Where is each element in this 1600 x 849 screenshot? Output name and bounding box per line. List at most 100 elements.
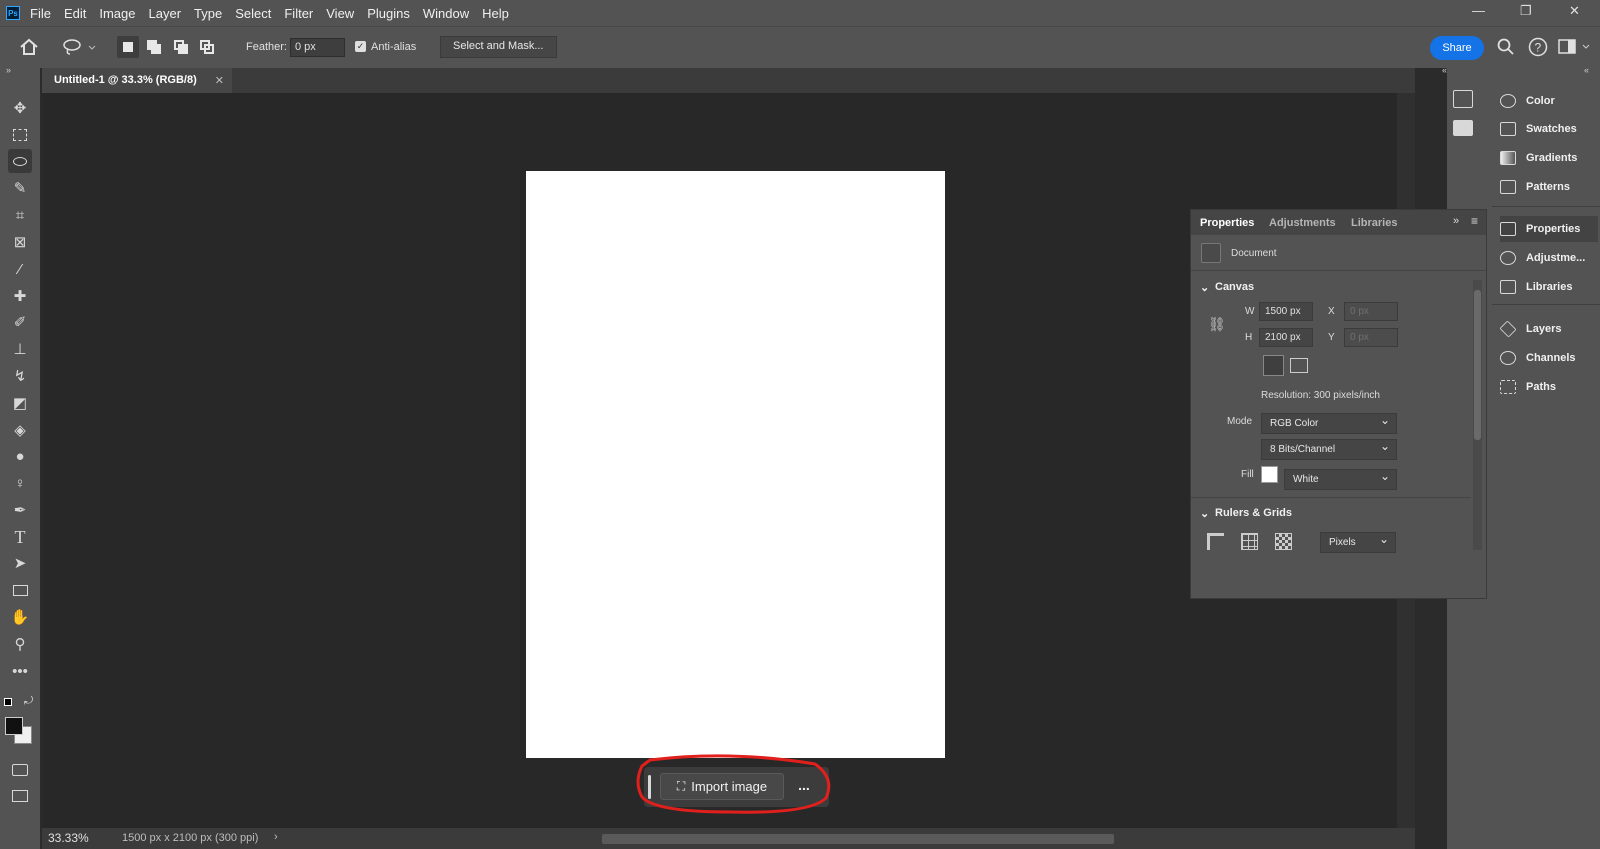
default-colors-icon[interactable] — [4, 698, 12, 706]
rulers-icon[interactable] — [1207, 533, 1224, 550]
dodge-tool-icon[interactable]: ♀ — [8, 471, 32, 495]
add-to-selection-icon[interactable] — [143, 36, 165, 58]
brush-tool-icon[interactable]: ✐ — [8, 310, 32, 334]
y-field[interactable]: 0 px — [1344, 328, 1398, 347]
crop-tool-icon[interactable]: ⌗ — [8, 203, 32, 227]
intersect-selection-icon[interactable] — [196, 36, 218, 58]
x-field[interactable]: 0 px — [1344, 302, 1398, 321]
share-button[interactable]: Share — [1430, 36, 1484, 60]
history-icon[interactable] — [1453, 90, 1473, 108]
home-icon[interactable] — [19, 38, 39, 56]
swap-colors-icon[interactable]: ⤾ — [24, 695, 33, 708]
dock-item-gradients[interactable]: Gradients — [1500, 145, 1598, 171]
collapse-toolbar-icon[interactable]: » — [6, 65, 11, 75]
canvas-section-chevron-icon[interactable]: ⌄ — [1200, 281, 1209, 294]
blur-tool-icon[interactable]: ● — [8, 444, 32, 468]
foreground-color-swatch[interactable] — [5, 717, 23, 735]
tab-libraries[interactable]: Libraries — [1351, 217, 1397, 229]
dock-item-adjustments[interactable]: Adjustme... — [1500, 245, 1598, 271]
panel-scrollbar[interactable] — [1473, 280, 1482, 550]
feather-input[interactable]: 0 px — [290, 38, 345, 57]
path-selection-tool-icon[interactable]: ➤ — [8, 551, 32, 575]
paint-bucket-tool-icon[interactable]: ◈ — [8, 418, 32, 442]
collapse-panel-icon[interactable]: » — [1453, 215, 1459, 227]
height-field[interactable]: 2100 px — [1259, 328, 1313, 347]
restore-icon[interactable]: ❐ — [1520, 3, 1532, 19]
menu-type[interactable]: Type — [194, 6, 222, 21]
eyedropper-tool-icon[interactable]: ⁄ — [8, 257, 32, 281]
antialias-checkbox[interactable]: ✓ — [355, 41, 366, 52]
more-tools-icon[interactable]: ••• — [8, 659, 32, 683]
pixel-grid-icon[interactable] — [1275, 533, 1292, 550]
width-field[interactable]: 1500 px — [1259, 302, 1313, 321]
select-and-mask-button[interactable]: Select and Mask... — [440, 36, 557, 58]
menu-file[interactable]: File — [30, 6, 51, 21]
quick-mask-icon[interactable] — [8, 758, 32, 782]
pen-tool-icon[interactable]: ✒ — [8, 498, 32, 522]
help-icon[interactable]: ? — [1528, 37, 1548, 57]
dock-item-color[interactable]: Color — [1500, 88, 1598, 114]
new-selection-icon[interactable] — [117, 36, 139, 58]
search-icon[interactable] — [1497, 38, 1515, 56]
subtract-from-selection-icon[interactable] — [170, 36, 192, 58]
menu-layer[interactable]: Layer — [149, 6, 182, 21]
grid-icon[interactable] — [1241, 533, 1258, 550]
dock-item-channels[interactable]: Channels — [1500, 345, 1598, 371]
document-tab[interactable]: Untitled-1 @ 33.3% (RGB/8) ✕ — [42, 68, 232, 93]
status-menu-icon[interactable]: › — [274, 831, 278, 843]
workspace-icon[interactable] — [1558, 39, 1594, 55]
type-tool-icon[interactable]: T — [8, 525, 32, 549]
screen-mode-icon[interactable] — [8, 784, 32, 808]
menu-filter[interactable]: Filter — [284, 6, 313, 21]
lasso-tool-icon[interactable] — [8, 149, 32, 173]
menu-plugins[interactable]: Plugins — [367, 6, 410, 21]
move-tool-icon[interactable]: ✥ — [8, 96, 32, 120]
eraser-tool-icon[interactable]: ◩ — [8, 391, 32, 415]
panel-menu-icon[interactable]: ≡ — [1471, 214, 1478, 228]
menu-edit[interactable]: Edit — [64, 6, 86, 21]
link-dimensions-icon[interactable]: ⛓ — [1208, 316, 1226, 333]
tab-adjustments[interactable]: Adjustments — [1269, 217, 1336, 229]
dock-item-patterns[interactable]: Patterns — [1500, 174, 1598, 200]
hand-tool-icon[interactable]: ✋ — [8, 605, 32, 629]
zoom-tool-icon[interactable]: ⚲ — [8, 632, 32, 656]
bit-depth-select[interactable]: 8 Bits/Channel — [1261, 439, 1397, 460]
dock-item-paths[interactable]: Paths — [1500, 374, 1598, 400]
rulers-grids-section-title[interactable]: Rulers & Grids — [1215, 507, 1292, 519]
menu-image[interactable]: Image — [99, 6, 135, 21]
collapse-left-dock-icon[interactable]: « — [1442, 65, 1447, 75]
rectangle-tool-icon[interactable] — [8, 578, 32, 602]
clone-stamp-tool-icon[interactable]: ⊥ — [8, 337, 32, 361]
menu-help[interactable]: Help — [482, 6, 509, 21]
close-tab-icon[interactable]: ✕ — [215, 74, 224, 87]
horizontal-scrollbar[interactable] — [602, 834, 1114, 844]
menu-select[interactable]: Select — [235, 6, 271, 21]
dock-item-properties[interactable]: Properties — [1500, 216, 1598, 242]
dock-item-swatches[interactable]: Swatches — [1500, 116, 1598, 142]
rulers-section-chevron-icon[interactable]: ⌄ — [1200, 507, 1209, 520]
frame-tool-icon[interactable]: ⊠ — [8, 230, 32, 254]
landscape-orientation-icon[interactable] — [1290, 358, 1308, 373]
canvas-section-title[interactable]: Canvas — [1215, 281, 1254, 293]
healing-brush-tool-icon[interactable]: ✚ — [8, 284, 32, 308]
menu-view[interactable]: View — [326, 6, 354, 21]
portrait-orientation-icon[interactable] — [1263, 355, 1284, 376]
fill-color-swatch[interactable] — [1261, 466, 1278, 483]
tab-properties[interactable]: Properties — [1200, 217, 1254, 229]
object-selection-tool-icon[interactable]: ✎ — [8, 176, 32, 200]
fill-select[interactable]: White — [1284, 469, 1397, 490]
marquee-tool-icon[interactable] — [8, 123, 32, 147]
menu-window[interactable]: Window — [423, 6, 469, 21]
dock-item-layers[interactable]: Layers — [1499, 316, 1598, 342]
zoom-level[interactable]: 33.33% — [48, 831, 89, 845]
dock-item-libraries[interactable]: Libraries — [1500, 274, 1598, 300]
minimize-icon[interactable]: — — [1472, 3, 1485, 18]
collapse-dock-icon[interactable]: « — [1584, 65, 1589, 75]
comments-icon[interactable] — [1453, 120, 1473, 136]
color-mode-select[interactable]: RGB Color — [1261, 413, 1397, 434]
ruler-units-select[interactable]: Pixels — [1320, 532, 1396, 553]
document-canvas[interactable] — [526, 171, 945, 758]
lasso-tool-icon[interactable] — [62, 38, 98, 56]
history-brush-tool-icon[interactable]: ↯ — [8, 364, 32, 388]
close-window-icon[interactable]: ✕ — [1569, 3, 1580, 19]
